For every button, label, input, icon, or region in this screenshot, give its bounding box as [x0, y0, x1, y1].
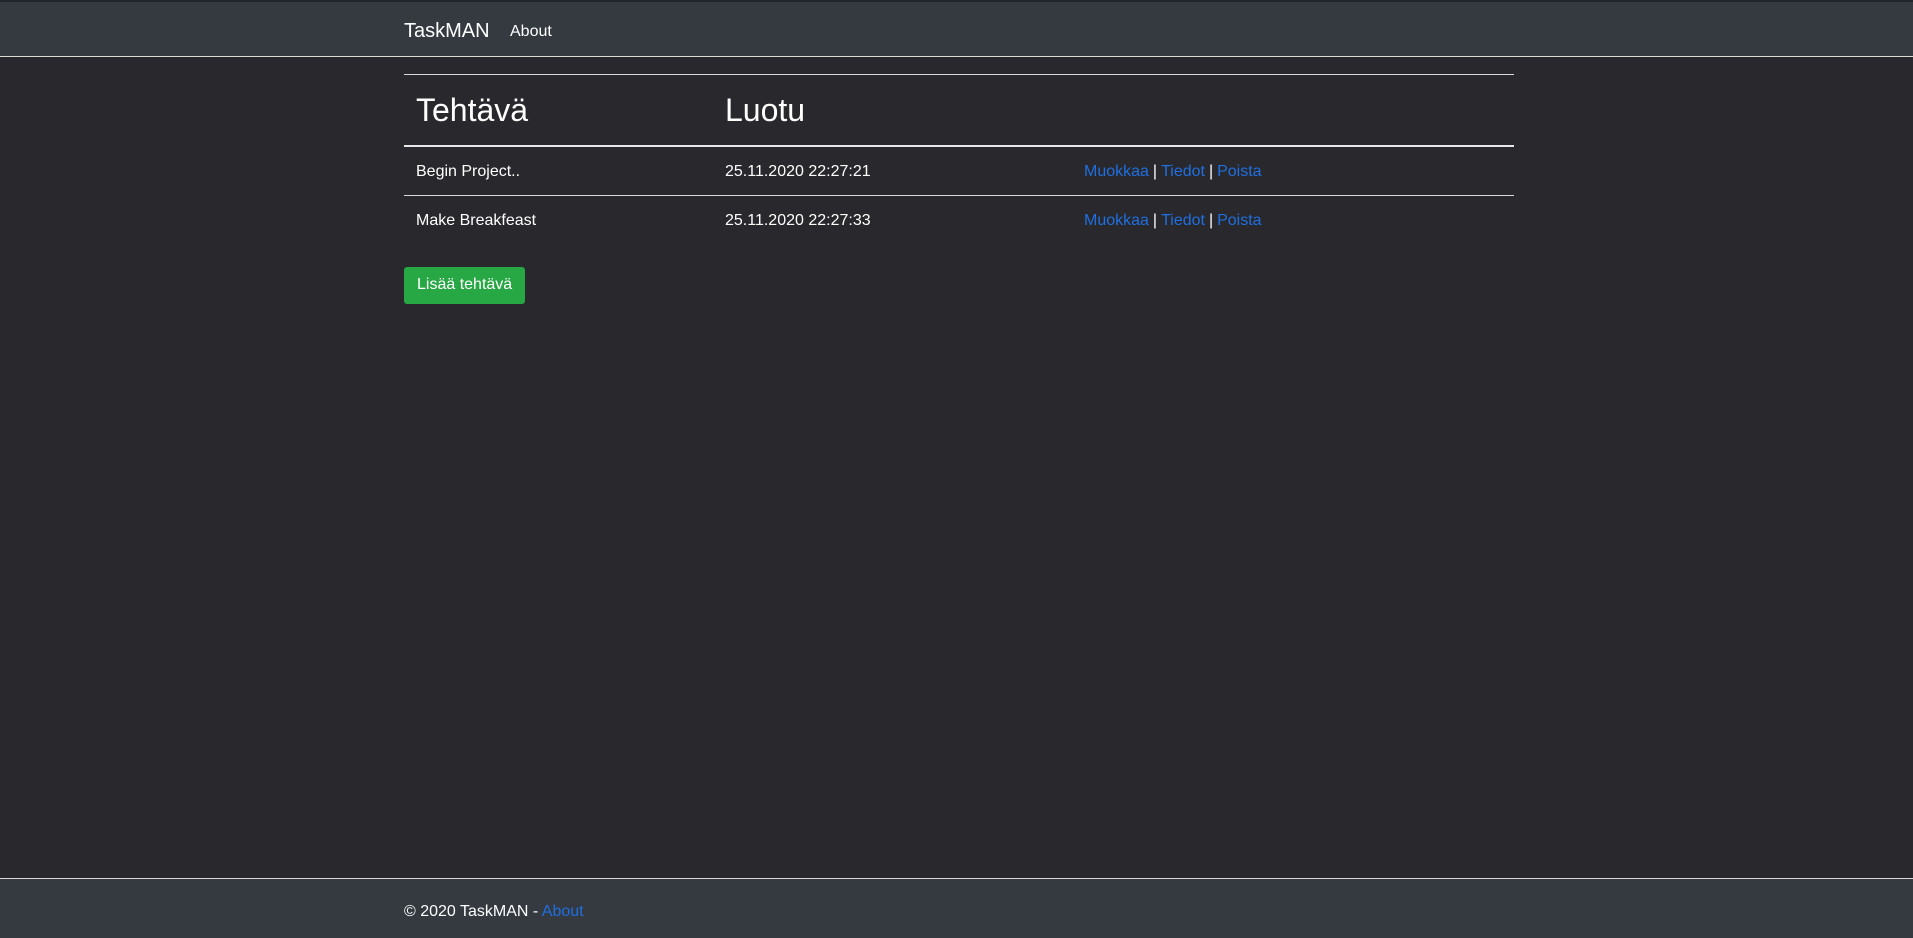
action-separator: | — [1208, 212, 1214, 229]
table-row: Begin Project.. 25.11.2020 22:27:21 Muok… — [404, 146, 1514, 196]
action-separator: | — [1152, 212, 1158, 229]
footer-text: © 2020 TaskMAN - About — [404, 903, 584, 921]
actions-cell: Muokkaa | Tiedot | Poista — [1072, 195, 1514, 244]
edit-link[interactable]: Muokkaa — [1084, 212, 1149, 229]
table-row: Make Breakfeast 25.11.2020 22:27:33 Muok… — [404, 195, 1514, 244]
task-name-cell: Make Breakfeast — [404, 195, 713, 244]
details-link[interactable]: Tiedot — [1161, 212, 1205, 229]
task-table: Tehtävä Luotu Begin Project.. 25.11.2020… — [404, 74, 1514, 244]
details-link[interactable]: Tiedot — [1161, 163, 1205, 180]
footer-copyright: © 2020 TaskMAN - — [404, 903, 542, 920]
add-task-button[interactable]: Lisää tehtävä — [404, 267, 526, 304]
delete-link[interactable]: Poista — [1217, 212, 1261, 229]
page-footer: © 2020 TaskMAN - About — [0, 878, 1913, 938]
action-separator: | — [1152, 163, 1158, 180]
header-row: Tehtävä Luotu — [404, 74, 1514, 147]
column-header-actions — [1072, 74, 1514, 147]
created-cell: 25.11.2020 22:27:33 — [713, 195, 1072, 244]
edit-link[interactable]: Muokkaa — [1084, 163, 1149, 180]
task-table-header: Tehtävä Luotu — [404, 74, 1514, 147]
top-navbar: TaskMAN About — [0, 0, 1913, 57]
task-table-body: Begin Project.. 25.11.2020 22:27:21 Muok… — [404, 146, 1514, 244]
column-header-task: Tehtävä — [404, 74, 713, 147]
footer-about-link[interactable]: About — [542, 903, 584, 920]
task-name-cell: Begin Project.. — [416, 163, 521, 180]
actions-cell: Muokkaa | Tiedot | Poista — [1072, 146, 1514, 196]
action-separator: | — [1208, 163, 1214, 180]
delete-link[interactable]: Poista — [1217, 163, 1261, 180]
nav-link-about[interactable]: About — [510, 23, 552, 41]
created-cell: 25.11.2020 22:27:21 — [725, 163, 871, 180]
brand-link[interactable]: TaskMAN — [404, 20, 490, 43]
column-header-created: Luotu — [713, 74, 1072, 147]
main-content: Tehtävä Luotu Begin Project.. 25.11.2020… — [404, 74, 1514, 304]
